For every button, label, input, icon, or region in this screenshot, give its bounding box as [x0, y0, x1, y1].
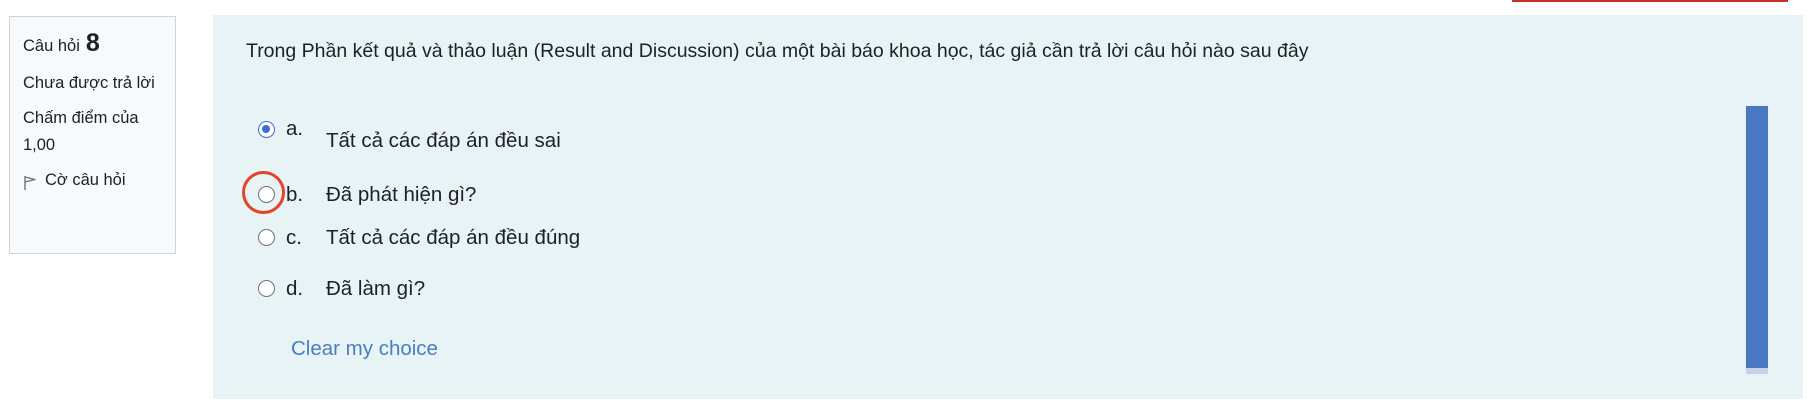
answer-letter: d. [286, 277, 304, 300]
flag-outline-icon [23, 173, 37, 190]
answer-option-c[interactable]: c. Tất cả các đáp án đều đúng [258, 226, 580, 250]
answer-letter: a. [286, 117, 304, 140]
question-info-panel: Câu hỏi 8 Chưa được trả lời Chấm điểm củ… [9, 16, 176, 254]
answer-text: Tất cả các đáp án đều đúng [326, 226, 581, 249]
radio-button-d[interactable] [258, 280, 275, 297]
flag-question-link[interactable]: Cờ câu hỏi [23, 167, 163, 194]
top-outlined-button-edge[interactable] [1512, 0, 1788, 2]
scrollbar-thumb[interactable] [1746, 106, 1768, 368]
answer-option-a[interactable]: a. Tất cả các đáp án đều sai [258, 117, 561, 153]
answer-letter: b. [286, 183, 304, 206]
grade-value: 1,00 [23, 136, 56, 154]
radio-button-b[interactable] [258, 186, 275, 203]
answer-letter: c. [286, 226, 302, 249]
answer-option-b[interactable]: b. Đã phát hiện gì? [258, 183, 476, 207]
answer-text: Đã làm gì? [326, 277, 426, 300]
answer-text: Tất cả các đáp án đều sai [326, 129, 561, 152]
question-number-block: Câu hỏi 8 [23, 31, 163, 56]
question-status: Chưa được trả lời [23, 74, 155, 92]
question-content-panel: Trong Phần kết quả và thảo luận (Result … [213, 15, 1803, 399]
radio-button-c[interactable] [258, 229, 275, 246]
clear-my-choice-link[interactable]: Clear my choice [291, 337, 438, 361]
answer-option-d[interactable]: d. Đã làm gì? [258, 277, 425, 301]
question-number: 8 [85, 29, 100, 57]
scrollbar-track-end [1746, 368, 1768, 374]
question-grade: Chấm điểm của 1,00 [23, 105, 163, 159]
radio-button-a[interactable] [258, 121, 275, 138]
flag-question-label: Cờ câu hỏi [45, 171, 126, 189]
grade-label: Chấm điểm của [23, 109, 139, 127]
question-text: Trong Phần kết quả và thảo luận (Result … [246, 40, 1309, 62]
answer-text: Đã phát hiện gì? [326, 183, 477, 206]
quiz-page: Câu hỏi 8 Chưa được trả lời Chấm điểm củ… [0, 0, 1814, 410]
question-label: Câu hỏi [23, 37, 80, 55]
